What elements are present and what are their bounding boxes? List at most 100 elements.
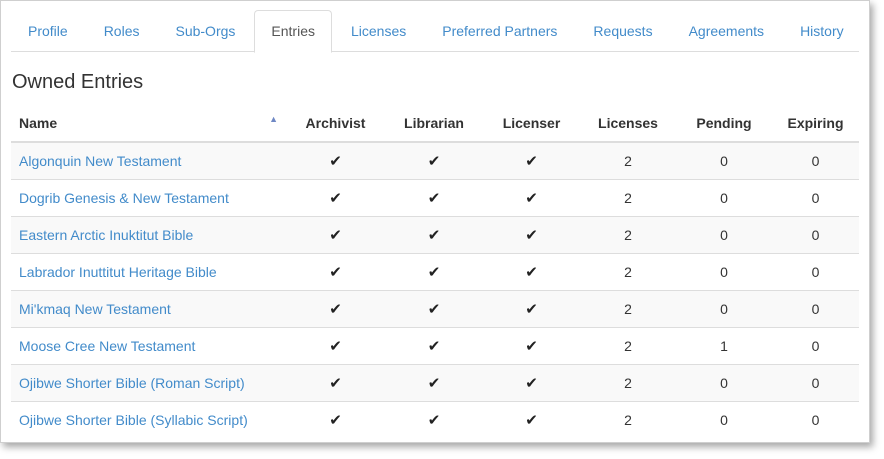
cell-librarian: ✔ xyxy=(385,401,483,438)
cell-expiring: 0 xyxy=(772,364,859,402)
cell-pending: 1 xyxy=(676,327,772,365)
cell-name: Mi'kmaq New Testament xyxy=(11,290,286,328)
checkmark-icon: ✔ xyxy=(329,227,342,244)
cell-expiring: 0 xyxy=(772,141,859,180)
entry-link[interactable]: Moose Cree New Testament xyxy=(19,338,195,354)
cell-pending: 0 xyxy=(676,253,772,291)
cell-expiring: 0 xyxy=(772,327,859,365)
column-header-licenser[interactable]: Licenser xyxy=(483,105,580,143)
column-header-name[interactable]: Name ▲ xyxy=(11,105,286,143)
cell-librarian: ✔ xyxy=(385,141,483,180)
section-title: Owned Entries xyxy=(12,71,144,93)
cell-name: Dogrib Genesis & New Testament xyxy=(11,179,286,217)
cell-expiring: 0 xyxy=(772,401,859,438)
tab-profile[interactable]: Profile xyxy=(11,10,85,52)
checkmark-icon: ✔ xyxy=(427,375,441,392)
cell-archivist: ✔ xyxy=(286,141,385,180)
checkmark-icon: ✔ xyxy=(329,190,342,207)
table-row: Eastern Arctic Inuktitut Bible ✔ ✔ ✔ 2 0 0 xyxy=(11,216,859,254)
tab-agreements[interactable]: Agreements xyxy=(672,10,781,52)
cell-licenser: ✔ xyxy=(483,364,580,402)
table-row: Ojibwe Shorter Bible (Syllabic Script) ✔ ✔… xyxy=(11,401,859,438)
cell-licenses: 2 xyxy=(580,401,676,438)
triangle-up-icon: ▲ xyxy=(269,114,278,124)
cell-librarian: ✔ xyxy=(385,179,483,217)
tab-roles[interactable]: Roles xyxy=(87,10,157,52)
cell-archivist: ✔ xyxy=(286,253,385,291)
cell-archivist: ✔ xyxy=(286,290,385,328)
column-header-pending[interactable]: Pending xyxy=(676,105,772,143)
cell-pending: 0 xyxy=(676,290,772,328)
cell-archivist: ✔ xyxy=(286,216,385,254)
cell-licenser: ✔ xyxy=(483,290,580,328)
checkmark-icon: ✔ xyxy=(525,153,538,170)
entry-link[interactable]: Eastern Arctic Inuktitut Bible xyxy=(19,227,193,243)
cell-expiring: 0 xyxy=(772,216,859,254)
window-frame: Profile Roles Sub-Orgs Entries Licenses Prefe… xyxy=(0,0,870,443)
cell-archivist: ✔ xyxy=(286,179,385,217)
checkmark-icon: ✔ xyxy=(329,338,342,355)
cell-licenser: ✔ xyxy=(483,327,580,365)
tab-history[interactable]: History xyxy=(783,10,861,52)
cell-librarian: ✔ xyxy=(385,290,483,328)
entry-link[interactable]: Mi'kmaq New Testament xyxy=(19,301,171,317)
tab-bar: Profile Roles Sub-Orgs Entries Licenses Prefe… xyxy=(11,10,861,53)
cell-licenses: 2 xyxy=(580,179,676,217)
column-header-label: Name xyxy=(19,115,58,131)
cell-licenses: 2 xyxy=(580,253,676,291)
checkmark-icon: ✔ xyxy=(525,338,538,355)
table-row: Moose Cree New Testament ✔ ✔ ✔ 2 1 0 xyxy=(11,327,859,365)
owned-entries-table: Name ▲ Archivist Librarian Licenser Lice… xyxy=(11,105,859,438)
cell-licenses: 2 xyxy=(580,364,676,402)
entry-link[interactable]: Ojibwe Shorter Bible (Syllabic Script) xyxy=(19,412,248,428)
cell-librarian: ✔ xyxy=(385,216,483,254)
column-header-expiring[interactable]: Expiring xyxy=(772,105,859,143)
tab-licenses[interactable]: Licenses xyxy=(334,10,423,52)
checkmark-icon: ✔ xyxy=(525,375,538,392)
checkmark-icon: ✔ xyxy=(427,190,441,207)
checkmark-icon: ✔ xyxy=(427,301,441,318)
table-header-row: Name ▲ Archivist Librarian Licenser Lice… xyxy=(11,105,859,143)
tab-entries[interactable]: Entries xyxy=(254,10,332,53)
checkmark-icon: ✔ xyxy=(525,301,538,318)
entry-link[interactable]: Algonquin New Testament xyxy=(19,153,181,169)
cell-licenses: 2 xyxy=(580,216,676,254)
cell-name: Ojibwe Shorter Bible (Roman Script) xyxy=(11,364,286,402)
cell-librarian: ✔ xyxy=(385,364,483,402)
cell-librarian: ✔ xyxy=(385,327,483,365)
checkmark-icon: ✔ xyxy=(525,227,538,244)
cell-name: Ojibwe Shorter Bible (Syllabic Script) xyxy=(11,401,286,438)
entry-link[interactable]: Dogrib Genesis & New Testament xyxy=(19,190,229,206)
table-body: Algonquin New Testament ✔ ✔ ✔ 2 0 0 Dogrib Gene… xyxy=(11,141,859,438)
table-row: Algonquin New Testament ✔ ✔ ✔ 2 0 0 xyxy=(11,141,859,180)
cell-pending: 0 xyxy=(676,364,772,402)
table-row: Mi'kmaq New Testament ✔ ✔ ✔ 2 0 0 xyxy=(11,290,859,328)
cell-licenses: 2 xyxy=(580,141,676,180)
cell-pending: 0 xyxy=(676,179,772,217)
entry-link[interactable]: Ojibwe Shorter Bible (Roman Script) xyxy=(19,375,245,391)
checkmark-icon: ✔ xyxy=(525,264,538,281)
cell-licenser: ✔ xyxy=(483,401,580,438)
table-row: Dogrib Genesis & New Testament ✔ ✔ ✔ 2 0 0 xyxy=(11,179,859,217)
column-header-librarian[interactable]: Librarian xyxy=(385,105,483,143)
cell-licenser: ✔ xyxy=(483,179,580,217)
checkmark-icon: ✔ xyxy=(329,412,342,429)
checkmark-icon: ✔ xyxy=(525,190,538,207)
tab-sub-orgs[interactable]: Sub-Orgs xyxy=(158,10,252,52)
cell-archivist: ✔ xyxy=(286,364,385,402)
cell-archivist: ✔ xyxy=(286,327,385,365)
cell-pending: 0 xyxy=(676,216,772,254)
cell-expiring: 0 xyxy=(772,290,859,328)
column-header-licenses[interactable]: Licenses xyxy=(580,105,676,143)
entry-link[interactable]: Labrador Inuttitut Heritage Bible xyxy=(19,264,217,280)
cell-librarian: ✔ xyxy=(385,253,483,291)
checkmark-icon: ✔ xyxy=(427,227,441,244)
tab-preferred-partners[interactable]: Preferred Partners xyxy=(425,10,574,52)
checkmark-icon: ✔ xyxy=(525,412,538,429)
table-row: Ojibwe Shorter Bible (Roman Script) ✔ ✔ ✔ 2 0… xyxy=(11,364,859,402)
tab-requests[interactable]: Requests xyxy=(576,10,669,52)
cell-pending: 0 xyxy=(676,401,772,438)
table-row: Labrador Inuttitut Heritage Bible ✔ ✔ ✔ 2 0 0 xyxy=(11,253,859,291)
column-header-archivist[interactable]: Archivist xyxy=(286,105,385,143)
cell-licenses: 2 xyxy=(580,290,676,328)
